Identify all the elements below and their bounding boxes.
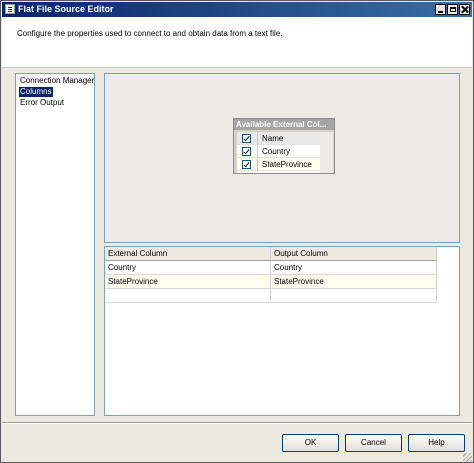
resize-grip-icon[interactable]	[463, 453, 472, 462]
available-columns-scroll-area	[320, 132, 333, 173]
external-column-cell[interactable]: StateProvince	[105, 275, 271, 288]
checkbox-cell	[237, 145, 258, 158]
close-icon	[461, 6, 468, 13]
grid-header-row: External Column Output Column	[105, 247, 437, 261]
title-bar[interactable]: Flat File Source Editor	[2, 2, 472, 17]
nav-item-error-output[interactable]: Error Output	[19, 98, 65, 108]
output-column-cell[interactable]: StateProvince	[271, 275, 437, 288]
close-button[interactable]	[459, 4, 470, 15]
nav-item-connection-manager[interactable]: Connection Manager	[19, 76, 95, 86]
select-all-checkbox[interactable]	[242, 134, 251, 143]
table-row[interactable]: Country Country	[105, 261, 437, 275]
available-columns-title: Available External Col...	[234, 119, 334, 130]
select-all-cell	[237, 132, 258, 145]
document-icon	[5, 4, 15, 14]
country-checkbox[interactable]	[242, 147, 251, 156]
header-area: Configure the properties used to connect…	[2, 17, 472, 68]
available-columns-list: Name Country StateProvince	[237, 132, 320, 173]
output-column-header[interactable]: Output Column	[271, 247, 437, 260]
column-mapping-grid[interactable]: External Column Output Column Country Co…	[104, 246, 460, 416]
output-column-cell[interactable]: Country	[271, 261, 437, 274]
available-external-columns-box[interactable]: Available External Col... Name Country S…	[233, 118, 335, 174]
maximize-icon	[449, 7, 456, 12]
column-mapping-panel: Available External Col... Name Country S…	[104, 73, 460, 243]
available-columns-header-row: Name	[237, 132, 320, 145]
available-column-name: Country	[262, 147, 291, 156]
table-row-empty[interactable]	[105, 289, 437, 303]
available-column-row[interactable]: StateProvince	[237, 158, 320, 171]
minimize-icon	[438, 11, 443, 13]
help-button[interactable]: Help	[408, 434, 465, 452]
window-title: Flat File Source Editor	[18, 4, 114, 14]
available-column-row[interactable]: Country	[237, 145, 320, 158]
output-column-cell[interactable]	[271, 289, 437, 302]
external-column-header[interactable]: External Column	[105, 247, 271, 260]
external-column-cell[interactable]	[105, 289, 271, 302]
maximize-button[interactable]	[447, 4, 458, 15]
page-description: Configure the properties used to connect…	[17, 29, 283, 38]
ok-button[interactable]: OK	[282, 434, 339, 452]
footer-divider	[2, 422, 472, 423]
external-column-cell[interactable]: Country	[105, 261, 271, 274]
stateprovince-checkbox[interactable]	[242, 160, 251, 169]
nav-item-columns[interactable]: Columns	[19, 87, 53, 97]
flat-file-source-editor-window: Flat File Source Editor Configure the pr…	[0, 0, 474, 463]
checkbox-cell	[237, 158, 258, 171]
minimize-button[interactable]	[435, 4, 446, 15]
cancel-button[interactable]: Cancel	[345, 434, 402, 452]
navigation-list[interactable]: Connection Manager Columns Error Output	[15, 73, 95, 416]
table-row[interactable]: StateProvince StateProvince	[105, 275, 437, 289]
available-column-name: StateProvince	[262, 160, 312, 169]
name-column-header: Name	[262, 134, 284, 143]
